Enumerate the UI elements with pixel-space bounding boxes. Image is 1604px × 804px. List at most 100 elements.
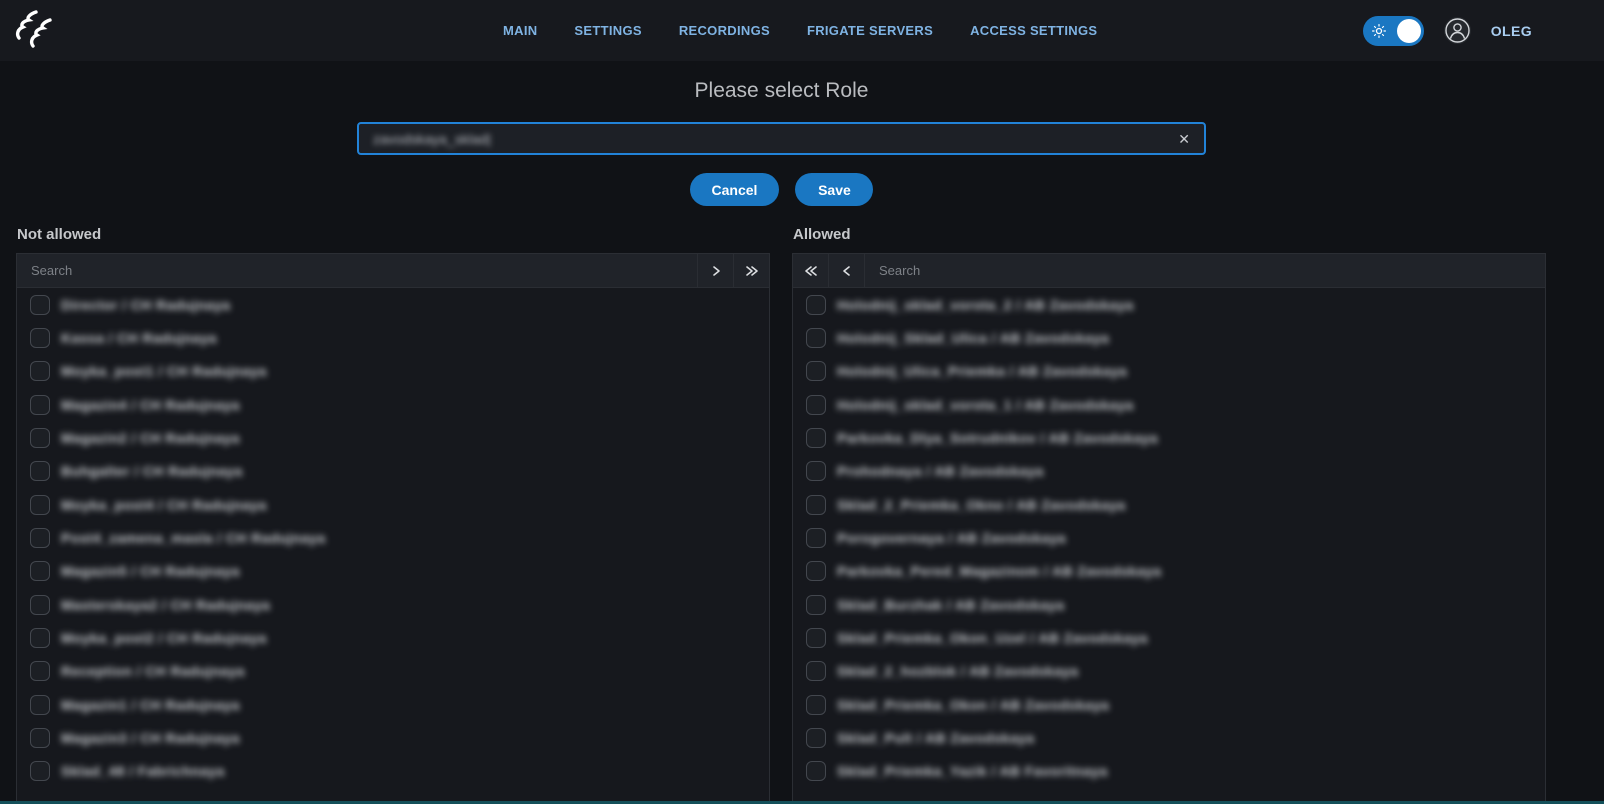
move-selected-right-button[interactable] (697, 254, 733, 287)
dialog-actions: Cancel Save (357, 173, 1206, 206)
list-item[interactable]: Reception / CH Radujnaya (17, 655, 769, 688)
item-checkbox[interactable] (30, 395, 50, 415)
chevron-left-icon (841, 265, 853, 277)
item-label: Reception / CH Radujnaya (61, 663, 245, 679)
item-label: Masterskaya2 / CH Radujnaya (61, 597, 270, 613)
list-item[interactable]: Magazin1 / CH Radujnaya (17, 688, 769, 721)
main-navigation: MAIN SETTINGS RECORDINGS FRIGATE SERVERS… (503, 0, 1097, 61)
item-checkbox[interactable] (30, 595, 50, 615)
list-item[interactable]: Sklad_48 / Fabrichnaya (17, 755, 769, 788)
nav-item-main[interactable]: MAIN (503, 23, 537, 38)
list-item[interactable]: Magazin2 / CH Radujnaya (17, 421, 769, 454)
item-checkbox[interactable] (30, 528, 50, 548)
list-item[interactable]: Parkovka_Dlya_Sotrudnikov / AB Zavodskay… (793, 421, 1545, 454)
top-navbar: MAIN SETTINGS RECORDINGS FRIGATE SERVERS… (0, 0, 1604, 61)
item-label: Magazin5 / CH Radujnaya (61, 563, 240, 579)
nav-item-access-settings[interactable]: ACCESS SETTINGS (970, 23, 1097, 38)
list-item[interactable]: Sklad_Burzhak / AB Zavodskaya (793, 588, 1545, 621)
item-label: Magazin2 / CH Radujnaya (61, 430, 240, 446)
list-item[interactable]: Holodnij_Sklad_Ulica / AB Zavodskaya (793, 321, 1545, 354)
list-item[interactable]: Magazin3 / CH Radujnaya (17, 721, 769, 754)
item-checkbox[interactable] (806, 428, 826, 448)
item-checkbox[interactable] (30, 461, 50, 481)
item-checkbox[interactable] (806, 328, 826, 348)
item-checkbox[interactable] (30, 661, 50, 681)
list-item[interactable]: Parkovka_Pered_Magazinom / AB Zavodskaya (793, 555, 1545, 588)
item-label: Magazin3 / CH Radujnaya (61, 730, 240, 746)
list-item[interactable]: Moyka_post2 / CH Radujnaya (17, 621, 769, 654)
move-selected-left-button[interactable] (829, 254, 865, 287)
not-allowed-toolbar (17, 254, 769, 288)
nav-item-frigate-servers[interactable]: FRIGATE SERVERS (807, 23, 933, 38)
item-checkbox[interactable] (30, 428, 50, 448)
item-checkbox[interactable] (30, 628, 50, 648)
nav-item-settings[interactable]: SETTINGS (574, 23, 641, 38)
list-item[interactable]: Sklad_Priemka_Okon_Uzel / AB Zavodskaya (793, 621, 1545, 654)
nav-item-recordings[interactable]: RECORDINGS (679, 23, 770, 38)
chevrons-left-icon (803, 265, 819, 277)
allowed-search-input[interactable] (865, 254, 1545, 287)
list-item[interactable]: Magazin4 / CH Radujnaya (17, 388, 769, 421)
list-item[interactable]: Sklad_2_hozblok / AB Zavodskaya (793, 655, 1545, 688)
list-item[interactable]: Porogovernaya / AB Zavodskaya (793, 521, 1545, 554)
list-item[interactable]: Sklad_Priemka_Yazik / AB Favoritnaya (793, 755, 1545, 788)
list-item[interactable]: Holodnij_Ulica_Priemka / AB Zavodskaya (793, 355, 1545, 388)
item-checkbox[interactable] (30, 295, 50, 315)
list-item[interactable]: Sklad_Priemka_Okon / AB Zavodskaya (793, 688, 1545, 721)
list-item[interactable]: Magazin5 / CH Radujnaya (17, 555, 769, 588)
list-item[interactable]: Moyka_post1 / CH Radujnaya (17, 355, 769, 388)
move-all-left-button[interactable] (793, 254, 829, 287)
move-all-right-button[interactable] (733, 254, 769, 287)
item-checkbox[interactable] (806, 595, 826, 615)
item-label: Parkovka_Dlya_Sotrudnikov / AB Zavodskay… (837, 430, 1158, 446)
item-label: Sklad_Priemka_Okon_Uzel / AB Zavodskaya (837, 630, 1148, 646)
item-checkbox[interactable] (30, 561, 50, 581)
list-item[interactable]: Director / CH Radujnaya (17, 288, 769, 321)
item-checkbox[interactable] (806, 361, 826, 381)
role-input-value[interactable]: zavodskaya_sklad| (359, 131, 1164, 147)
item-checkbox[interactable] (806, 661, 826, 681)
item-checkbox[interactable] (30, 328, 50, 348)
list-item[interactable]: Masterskaya2 / CH Radujnaya (17, 588, 769, 621)
user-avatar-button[interactable] (1444, 17, 1471, 44)
list-item[interactable]: Buhgalter / CH Radujnaya (17, 455, 769, 488)
list-item[interactable]: Holodnij_sklad_vorota_1 / AB Zavodskaya (793, 388, 1545, 421)
item-checkbox[interactable] (806, 495, 826, 515)
item-checkbox[interactable] (806, 628, 826, 648)
not-allowed-title: Not allowed (17, 226, 101, 243)
item-checkbox[interactable] (806, 695, 826, 715)
not-allowed-search-input[interactable] (17, 254, 697, 287)
cancel-button[interactable]: Cancel (690, 173, 780, 206)
item-checkbox[interactable] (806, 461, 826, 481)
item-checkbox[interactable] (806, 728, 826, 748)
list-item[interactable]: Sklad_2_Priemka_Okno / AB Zavodskaya (793, 488, 1545, 521)
role-input[interactable]: zavodskaya_sklad| ✕ (357, 122, 1206, 155)
save-button[interactable]: Save (795, 173, 873, 206)
item-checkbox[interactable] (30, 695, 50, 715)
list-item[interactable]: Prohodnaya / AB Zavodskaya (793, 455, 1545, 488)
item-label: Parkovka_Pered_Magazinom / AB Zavodskaya (837, 563, 1161, 579)
item-label: Sklad_2_Priemka_Okno / AB Zavodskaya (837, 497, 1126, 513)
item-checkbox[interactable] (806, 395, 826, 415)
item-checkbox[interactable] (806, 761, 826, 781)
clear-input-icon[interactable]: ✕ (1164, 132, 1204, 146)
item-checkbox[interactable] (806, 295, 826, 315)
item-checkbox[interactable] (30, 761, 50, 781)
list-item[interactable]: Kassa / CH Radujnaya (17, 321, 769, 354)
theme-toggle-switch[interactable] (1363, 16, 1424, 46)
username-label[interactable]: OLEG (1491, 23, 1532, 39)
list-item[interactable]: Sklad_Pult / AB Zavodskaya (793, 721, 1545, 754)
user-icon (1444, 17, 1471, 44)
item-checkbox[interactable] (30, 361, 50, 381)
item-label: Holodnij_Ulica_Priemka / AB Zavodskaya (837, 363, 1127, 379)
list-item[interactable]: Post4_zamena_masla / CH Radujnaya (17, 521, 769, 554)
list-item[interactable]: Moyka_post4 / CH Radujnaya (17, 488, 769, 521)
item-label: Post4_zamena_masla / CH Radujnaya (61, 530, 326, 546)
item-checkbox[interactable] (30, 495, 50, 515)
item-checkbox[interactable] (30, 728, 50, 748)
frigate-birds-logo[interactable] (12, 7, 58, 53)
item-checkbox[interactable] (806, 561, 826, 581)
item-label: Kassa / CH Radujnaya (61, 330, 217, 346)
item-checkbox[interactable] (806, 528, 826, 548)
list-item[interactable]: Holodnij_sklad_vorota_2 / AB Zavodskaya (793, 288, 1545, 321)
